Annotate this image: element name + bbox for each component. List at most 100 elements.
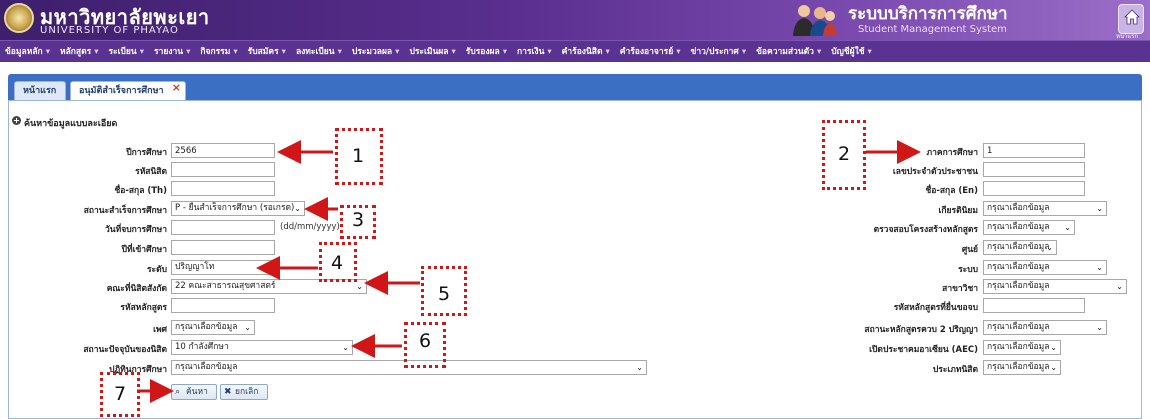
year-input[interactable] xyxy=(171,143,275,158)
tab-home[interactable]: หน้าแรก xyxy=(14,81,66,100)
chevron-down-icon: ⌄ xyxy=(1050,363,1057,372)
menu-item-label: ระเบียน xyxy=(108,47,137,57)
chevron-down-icon: ▾ xyxy=(233,47,238,57)
annotation-number-5: 5 xyxy=(438,283,451,305)
major-label: สาขาวิชา xyxy=(942,284,978,294)
menu-item[interactable]: การเงิน ▾ xyxy=(512,41,557,62)
university-logo-icon xyxy=(4,3,34,33)
menu-item-label: กิจกรรม xyxy=(200,47,231,57)
grad-date-input[interactable] xyxy=(171,220,275,235)
menu-item[interactable]: คำร้องอาจารย์ ▾ xyxy=(615,41,686,62)
chevron-down-icon: ⌄ xyxy=(1096,323,1103,332)
year-label: ปีการศึกษา xyxy=(126,148,167,158)
honors-select[interactable]: กรุณาเลือกข้อมูล ⌄ xyxy=(983,201,1107,216)
aec-label: เปิดประชาคมอาเซียน (AEC) xyxy=(869,345,978,355)
chevron-down-icon: ⌄ xyxy=(1064,223,1071,232)
chevron-down-icon: ▾ xyxy=(867,47,872,57)
system-name-th: ระบบบริการการศึกษา xyxy=(848,4,1008,24)
dual-degree-select[interactable]: กรุณาเลือกข้อมูล ⌄ xyxy=(983,320,1107,335)
level-select[interactable]: ปริญญาโท ⌄ xyxy=(171,260,275,275)
menu-item-label: ข้อความส่วนตัว xyxy=(756,47,814,57)
menu-item-label: ลงทะเบียน xyxy=(295,47,335,57)
menu-item-label: รายงาน xyxy=(154,47,184,57)
app-window: มหาวิทยาลัยพะเยา UNIVERSITY OF PHAYAO ระ… xyxy=(0,0,1150,419)
menu-item[interactable]: กิจกรรม ▾ xyxy=(195,41,242,62)
menu-item[interactable]: ข่าว/ประกาศ ▾ xyxy=(686,41,752,62)
chevron-down-icon: ▾ xyxy=(395,47,400,57)
gender-select[interactable]: กรุณาเลือกข้อมูล ⌄ xyxy=(171,320,255,335)
aec-select[interactable]: กรุณาเลือกข้อมูล ⌄ xyxy=(983,340,1061,355)
citizen-id-input[interactable] xyxy=(983,162,1085,177)
header-banner: มหาวิทยาลัยพะเยา UNIVERSITY OF PHAYAO ระ… xyxy=(0,0,1150,40)
current-status-select[interactable]: 10 กำลังศึกษา ⌄ xyxy=(171,340,353,355)
menu-item-label: ประเมินผล xyxy=(409,47,449,57)
menu-item-label: หลักสูตร xyxy=(59,47,92,57)
grad-status-label: สถานะสำเร็จการศึกษา xyxy=(83,206,167,216)
close-tab-icon[interactable]: × xyxy=(172,79,181,97)
menu-item[interactable]: หลักสูตร ▾ xyxy=(55,41,104,62)
menu-item[interactable]: ข้อความส่วนตัว ▾ xyxy=(751,41,826,62)
collapse-icon[interactable] xyxy=(12,116,21,125)
date-format-hint: (dd/mm/yyyy) xyxy=(280,222,340,232)
system-label: ระบบ xyxy=(958,265,978,275)
annotation-number-2: 2 xyxy=(838,143,851,165)
entry-year-label: ปีที่เข้าศึกษา xyxy=(121,245,167,255)
menu-item[interactable]: ระเบียน ▾ xyxy=(103,41,149,62)
menu-item[interactable]: รับสมัคร ▾ xyxy=(243,41,291,62)
menu-item[interactable]: บัญชีผู้ใช้ ▾ xyxy=(826,41,877,62)
tab-graduation-approval[interactable]: อนุมัติสำเร็จการศึกษา × xyxy=(70,81,186,100)
menu-item[interactable]: ลงทะเบียน ▾ xyxy=(291,41,347,62)
tab-strip: หน้าแรก อนุมัติสำเร็จการศึกษา × xyxy=(8,74,1142,100)
menu-item[interactable]: รับรองผล ▾ xyxy=(461,41,512,62)
annotation-number-1: 1 xyxy=(352,145,365,167)
curriculum-check-label: ตรวจสอบโครงสร้างหลักสูตร xyxy=(873,225,978,235)
search-button[interactable]: ⌕ ค้นหา xyxy=(171,384,217,400)
graduated-curriculum-input[interactable] xyxy=(983,298,1085,313)
chevron-down-icon: ▾ xyxy=(676,47,681,57)
system-select[interactable]: กรุณาเลือกข้อมูล ⌄ xyxy=(983,260,1107,275)
level-label: ระดับ xyxy=(146,265,167,275)
chevron-down-icon: ⌄ xyxy=(1096,263,1103,272)
center-select[interactable]: กรุณาเลือกข้อมูล ⌄ xyxy=(983,240,1057,255)
grad-status-select[interactable]: P - ยื่นสำเร็จการศึกษา (รอเกรด) ⌄ xyxy=(171,201,305,216)
section-title: ค้นหาข้อมูลแบบละเอียด xyxy=(24,119,118,129)
annotation-number-4: 4 xyxy=(331,252,344,274)
menu-item-label: คำร้องอาจารย์ xyxy=(619,47,674,57)
entry-year-input[interactable] xyxy=(171,240,275,255)
people-icon xyxy=(793,5,837,36)
cancel-button[interactable]: ✖ ยกเลิก xyxy=(220,384,268,400)
chevron-down-icon: ▾ xyxy=(139,47,144,57)
chevron-down-icon: ▾ xyxy=(186,47,191,57)
main-menu-bar: ข้อมูลหลัก ▾ หลักสูตร ▾ ระเบียน ▾ รายงาน ▾ กิจกร… xyxy=(0,40,1150,62)
curriculum-check-select[interactable]: กรุณาเลือกข้อมูล ⌄ xyxy=(983,220,1075,235)
chevron-down-icon: ⌄ xyxy=(342,343,349,352)
university-name-en: UNIVERSITY OF PHAYAO xyxy=(40,25,179,36)
close-icon: ✖ xyxy=(224,387,232,397)
name-th-input[interactable] xyxy=(171,181,275,196)
menu-item[interactable]: ข้อมูลหลัก ▾ xyxy=(0,41,55,62)
menu-item[interactable]: ประมวลผล ▾ xyxy=(347,41,405,62)
name-th-label: ชื่อ-สกุล (Th) xyxy=(114,186,167,196)
major-select[interactable]: กรุณาเลือกข้อมูล ⌄ xyxy=(983,279,1127,294)
menu-item[interactable]: ประเมินผล ▾ xyxy=(404,41,460,62)
curriculum-code-input[interactable] xyxy=(171,298,275,313)
menu-item[interactable]: รายงาน ▾ xyxy=(149,41,195,62)
name-en-input[interactable] xyxy=(983,181,1085,196)
semester-input[interactable] xyxy=(983,143,1085,158)
student-id-input[interactable] xyxy=(171,162,275,177)
annotation-number-7: 7 xyxy=(114,383,127,405)
student-type-label: ประเภทนิสิต xyxy=(932,365,978,375)
home-button[interactable] xyxy=(1118,4,1144,34)
student-type-select[interactable]: กรุณาเลือกข้อมูล ⌄ xyxy=(983,360,1061,375)
chevron-down-icon: ▾ xyxy=(547,47,552,57)
home-icon xyxy=(1124,9,1140,25)
menu-item-label: บัญชีผู้ใช้ xyxy=(831,47,865,57)
faculty-label: คณะที่นิสิตสังกัด xyxy=(106,284,167,294)
menu-item[interactable]: คำร้องนิสิต ▾ xyxy=(557,41,615,62)
chevron-down-icon: ▾ xyxy=(337,47,342,57)
menu-item-label: ข้อมูลหลัก xyxy=(5,47,43,57)
menu-item-label: คำร้องนิสิต xyxy=(561,47,603,57)
chevron-down-icon: ▾ xyxy=(816,47,822,57)
chevron-down-icon: ⌄ xyxy=(356,282,363,291)
chevron-down-icon: ▾ xyxy=(94,47,99,57)
